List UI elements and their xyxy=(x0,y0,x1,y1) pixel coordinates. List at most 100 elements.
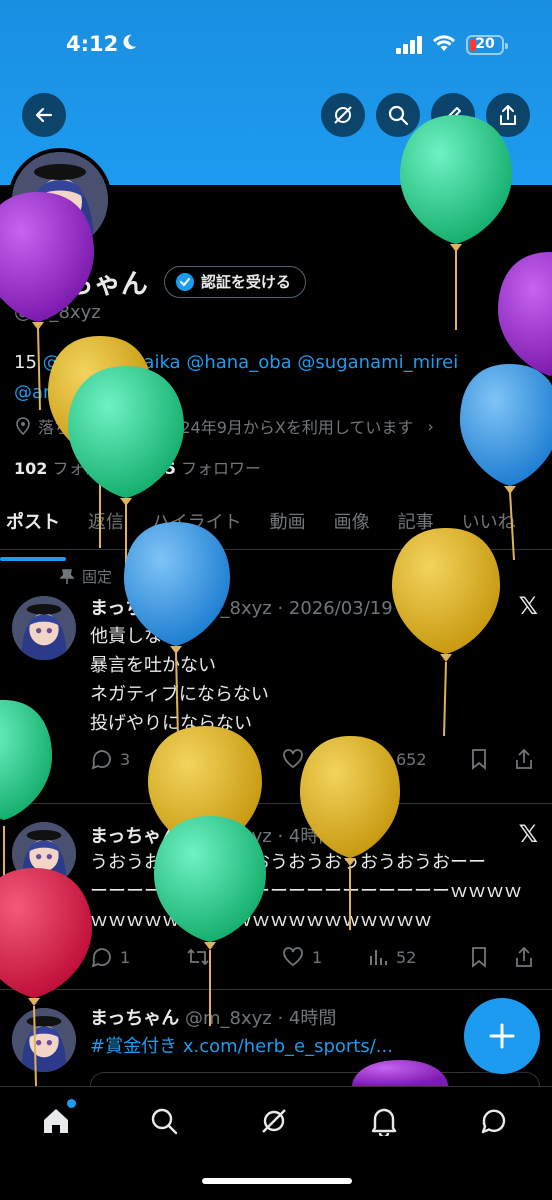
share-post-button[interactable] xyxy=(514,748,534,770)
bio-text: 15 xyxy=(14,352,43,373)
back-button[interactable] xyxy=(22,93,66,137)
like-button[interactable]: 6 xyxy=(282,749,368,769)
reply-button[interactable]: 3 xyxy=(90,748,186,770)
post-avatar[interactable] xyxy=(12,822,76,886)
like-button[interactable]: 1 xyxy=(282,947,368,967)
grok-button[interactable] xyxy=(321,93,365,137)
bookmark-button[interactable] xyxy=(470,748,514,770)
like-count: 1 xyxy=(312,947,323,967)
nav-search[interactable] xyxy=(146,1103,182,1139)
profile-bio: 15 @sasaki_maika @hana_oba @suganami_mir… xyxy=(14,348,544,408)
following-link[interactable]: 102 フォロー中 xyxy=(14,455,133,479)
post-meta: @m_8xyz · 4時間 xyxy=(185,1008,337,1029)
nav-notifications[interactable] xyxy=(366,1103,402,1139)
post-text: うおうおうおうおうおうおうおうおうおうおーー ーーーーーーーーーーーーーーーーー… xyxy=(90,848,540,935)
profile-meta: 落ち込み中 2024年9月からXを利用しています › xyxy=(14,414,434,438)
post-line: ーーーーーーーーーーーーーーーーーーーーｗｗｗｗ xyxy=(90,881,522,902)
post-text: 他責しない 暴言を吐かない ネガティブにならない 投げやりにならない xyxy=(90,622,530,738)
share-post-button[interactable] xyxy=(514,946,534,968)
bio-mention[interactable]: @sasaki_maika xyxy=(43,352,181,373)
profile-joined: 2024年9月からXを利用しています xyxy=(160,418,414,437)
get-verified-label: 認証を受ける xyxy=(200,273,291,291)
like-count: 6 xyxy=(312,749,323,769)
profile-name: まっちゃん xyxy=(14,269,148,300)
home-icon xyxy=(44,1109,68,1133)
post-actions: 1 1 52 xyxy=(90,946,540,968)
post-author-name[interactable]: まっちゃん xyxy=(90,598,179,619)
post-item[interactable]: まっちゃん @m_8xyz · 2026/03/19 𝕏 他責しない 暴言を吐か… xyxy=(0,550,552,804)
chevron-right-icon[interactable]: › xyxy=(427,417,433,436)
following-count: 102 xyxy=(14,459,48,478)
bookmark-icon xyxy=(472,947,486,968)
edit-button[interactable] xyxy=(431,93,475,137)
tab-images[interactable]: 画像 xyxy=(334,498,370,549)
post-line: 投げやりにならない xyxy=(90,713,252,734)
tab-likes[interactable]: いいね xyxy=(462,498,516,549)
location-icon xyxy=(16,417,30,435)
tab-videos[interactable]: 動画 xyxy=(270,498,306,549)
share-button[interactable] xyxy=(486,93,530,137)
views-button[interactable]: 52 xyxy=(368,947,470,967)
messages-icon xyxy=(481,1109,506,1134)
views-icon xyxy=(370,752,387,767)
following-label: フォロー中 xyxy=(52,459,133,478)
views-icon xyxy=(370,950,387,965)
bio-mention[interactable]: @amane_yuzuba xyxy=(14,382,168,403)
nav-home[interactable] xyxy=(38,1099,76,1139)
home-indicator xyxy=(202,1178,352,1184)
grok-icon xyxy=(334,106,352,124)
profile-location: 落ち込み中 xyxy=(38,418,119,437)
get-verified-button[interactable]: 認証を受ける xyxy=(163,265,306,298)
views-count: 652 xyxy=(396,749,427,769)
post-avatar[interactable] xyxy=(12,1008,76,1072)
tab-replies[interactable]: 返信 xyxy=(88,498,124,549)
post-line: 他責しない xyxy=(90,626,180,647)
tab-highlights[interactable]: ハイライト xyxy=(152,498,242,549)
repost-button[interactable] xyxy=(186,748,282,770)
post-item[interactable]: まっちゃん @m_8xyz · 4時間 𝕏 うおうおうおうおうおうおうおうおうお… xyxy=(0,804,552,990)
post-author-name[interactable]: まっちゃん xyxy=(90,826,179,847)
post-meta: @m_8xyz · 2026/03/19 xyxy=(185,598,393,619)
tab-posts[interactable]: ポスト xyxy=(0,498,66,561)
share-icon xyxy=(516,748,532,769)
grok-icon xyxy=(262,1109,286,1133)
post-meta: @m_8xyz · 4時間 xyxy=(185,826,337,847)
post-line: ネガティブにならない xyxy=(90,684,269,705)
post-header: まっちゃん @m_8xyz · 4時間 xyxy=(90,822,336,848)
wifi-icon xyxy=(433,35,455,51)
compose-button[interactable] xyxy=(464,998,540,1074)
follow-counts: 102 フォロー中 295 フォロワー xyxy=(14,455,261,479)
share-icon xyxy=(516,946,532,967)
post-avatar[interactable] xyxy=(12,596,76,660)
search-icon xyxy=(151,1108,178,1135)
search-button[interactable] xyxy=(376,93,420,137)
post-actions: 3 6 652 xyxy=(90,748,540,770)
bookmark-button[interactable] xyxy=(470,946,514,968)
repost-icon xyxy=(187,948,209,966)
post-link[interactable]: x.com/herb_e_sports/... xyxy=(183,1036,393,1057)
tab-articles[interactable]: 記事 xyxy=(398,498,434,549)
post-line: 暴言を吐かない xyxy=(90,655,216,676)
views-button[interactable]: 652 xyxy=(368,749,470,769)
profile-avatar[interactable] xyxy=(8,148,112,252)
reply-button[interactable]: 1 xyxy=(90,946,186,968)
nav-grok[interactable] xyxy=(256,1103,292,1139)
post-line: ｗｗｗｗｗｗｗｗｗｗｗｗｗｗｗｗｗｗｗ xyxy=(90,910,432,931)
bell-icon xyxy=(371,1108,397,1136)
name-row: まっちゃん 認証を受ける xyxy=(14,262,306,301)
post-hashtag[interactable]: #賞金付き xyxy=(90,1036,177,1057)
views-count: 52 xyxy=(396,947,417,967)
notification-dot xyxy=(67,1099,76,1108)
nav-messages[interactable] xyxy=(476,1103,512,1139)
search-icon xyxy=(388,105,409,126)
reply-count: 3 xyxy=(120,749,131,769)
reply-icon xyxy=(91,948,111,968)
followers-link[interactable]: 295 フォロワー xyxy=(143,455,262,479)
repost-button[interactable] xyxy=(186,946,282,968)
post-author-name[interactable]: まっちゃん xyxy=(90,1008,179,1029)
bio-mention[interactable]: @hana_oba xyxy=(186,352,291,373)
arrow-left-icon xyxy=(35,107,53,123)
post-line: うおうおうおうおうおうおうおうおうおうおーー xyxy=(90,852,486,873)
reply-icon xyxy=(91,750,111,770)
bio-mention[interactable]: @suganami_mirei xyxy=(297,352,458,373)
